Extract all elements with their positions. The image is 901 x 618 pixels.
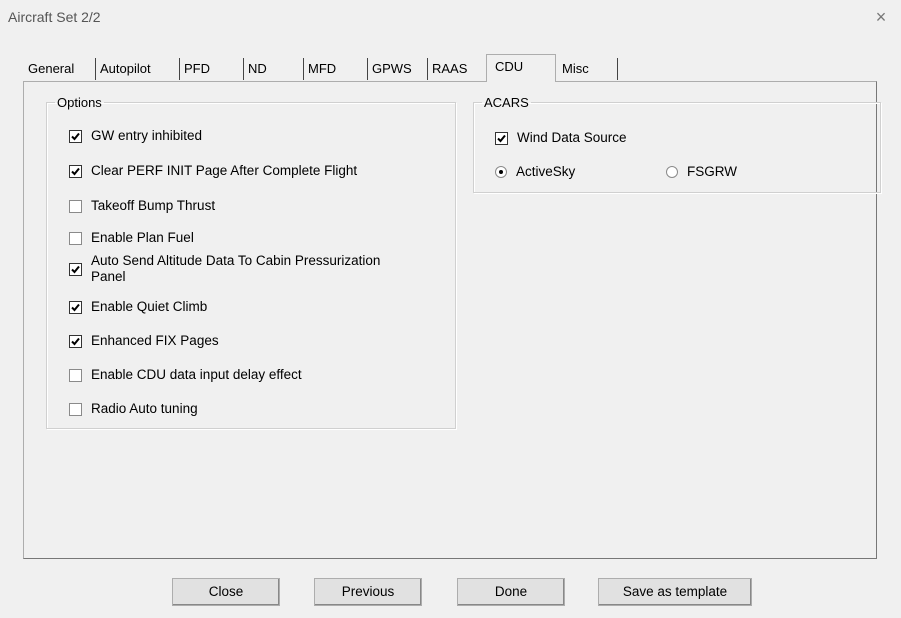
- radio-fsgrw[interactable]: FSGRW: [666, 164, 737, 179]
- takeoff-bump-thrust-checkbox[interactable]: Takeoff Bump Thrust: [69, 198, 215, 214]
- radio-auto-tuning-checkbox[interactable]: Radio Auto tuning: [69, 401, 198, 417]
- checkbox-label: Enable Quiet Climb: [91, 299, 208, 314]
- checkbox-box[interactable]: [495, 131, 508, 145]
- tab-raas[interactable]: RAAS: [428, 58, 488, 80]
- clear-perf-init-checkbox[interactable]: Clear PERF INIT Page After Complete Flig…: [69, 163, 357, 179]
- close-button[interactable]: Close: [172, 578, 280, 606]
- tab-label: RAAS: [432, 61, 468, 76]
- checkbox-box[interactable]: [69, 368, 82, 382]
- auto-send-altitude-checkbox[interactable]: Auto Send Altitude Data To Cabin Pressur…: [69, 253, 380, 285]
- cdu-input-delay-checkbox[interactable]: Enable CDU data input delay effect: [69, 367, 302, 383]
- radio-label: ActiveSky: [516, 164, 576, 179]
- tab-cdu[interactable]: CDU: [486, 54, 556, 82]
- checkbox-box[interactable]: [69, 334, 82, 348]
- tab-misc[interactable]: Misc: [558, 58, 618, 80]
- window-title: Aircraft Set 2/2: [8, 9, 101, 25]
- options-legend: Options: [57, 95, 102, 110]
- checkbox-label: Takeoff Bump Thrust: [91, 198, 216, 213]
- checkbox-box[interactable]: [69, 164, 82, 178]
- checkbox-label: GW entry inhibited: [91, 128, 203, 143]
- checkbox-label: Clear PERF INIT Page After Complete Flig…: [91, 163, 358, 178]
- checkmark-icon: [71, 167, 80, 175]
- checkbox-label-line2: Panel: [91, 269, 126, 284]
- checkbox-label: Auto Send Altitude Data To Cabin Pressur…: [91, 253, 380, 285]
- checkmark-icon: [71, 132, 80, 140]
- close-icon[interactable]: ×: [868, 6, 894, 28]
- tab-autopilot[interactable]: Autopilot: [96, 58, 180, 80]
- tab-label: PFD: [184, 61, 210, 76]
- tab-general[interactable]: General: [24, 58, 96, 80]
- checkbox-box[interactable]: [69, 300, 82, 314]
- radio-dot[interactable]: [666, 165, 678, 178]
- checkmark-icon: [71, 337, 80, 345]
- checkbox-label: Wind Data Source: [517, 130, 627, 145]
- checkbox-label: Enable CDU data input delay effect: [91, 367, 302, 382]
- tab-pfd[interactable]: PFD: [180, 58, 244, 80]
- title-bar: Aircraft Set 2/2 ×: [0, 0, 901, 36]
- enable-plan-fuel-checkbox[interactable]: Enable Plan Fuel: [69, 230, 194, 246]
- radio-label: FSGRW: [687, 164, 737, 179]
- acars-legend: ACARS: [484, 95, 529, 110]
- checkbox-label: Enable Plan Fuel: [91, 230, 194, 245]
- checkmark-icon: [497, 134, 506, 142]
- tab-label: Autopilot: [100, 61, 151, 76]
- done-button[interactable]: Done: [457, 578, 565, 606]
- tab-nd[interactable]: ND: [244, 58, 304, 80]
- gw-entry-inhibited-checkbox[interactable]: GW entry inhibited: [69, 128, 202, 144]
- tab-label: Misc: [562, 61, 589, 76]
- tab-label: CDU: [495, 59, 524, 74]
- enable-quiet-climb-checkbox[interactable]: Enable Quiet Climb: [69, 299, 207, 315]
- save-as-template-button[interactable]: Save as template: [598, 578, 752, 606]
- wind-data-source-checkbox[interactable]: Wind Data Source: [495, 130, 627, 146]
- tab-gpws[interactable]: GPWS: [368, 58, 428, 80]
- tab-mfd[interactable]: MFD: [304, 58, 368, 80]
- radio-activesky[interactable]: ActiveSky: [495, 164, 575, 179]
- checkbox-label: Enhanced FIX Pages: [91, 333, 219, 348]
- checkbox-box[interactable]: [69, 263, 82, 276]
- previous-button[interactable]: Previous: [314, 578, 422, 606]
- checkbox-box[interactable]: [69, 402, 82, 416]
- tab-label: ND: [248, 61, 267, 76]
- checkbox-box[interactable]: [69, 199, 82, 213]
- tab-label: General: [28, 61, 75, 76]
- tab-label: GPWS: [372, 61, 412, 76]
- checkbox-label-line1: Auto Send Altitude Data To Cabin Pressur…: [91, 253, 381, 268]
- tab-label: MFD: [308, 61, 337, 76]
- checkmark-icon: [71, 265, 80, 274]
- enhanced-fix-pages-checkbox[interactable]: Enhanced FIX Pages: [69, 333, 219, 349]
- checkbox-label: Radio Auto tuning: [91, 401, 198, 416]
- checkbox-box[interactable]: [69, 129, 82, 143]
- checkmark-icon: [71, 303, 80, 311]
- checkbox-box[interactable]: [69, 231, 82, 245]
- radio-dot[interactable]: [495, 165, 507, 178]
